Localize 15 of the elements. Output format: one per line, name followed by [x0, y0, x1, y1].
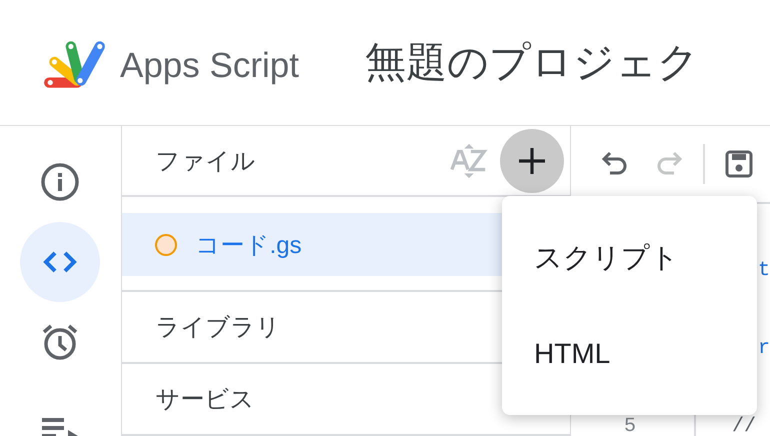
code-text: //	[732, 417, 756, 436]
section-heading[interactable]: サービス	[156, 383, 255, 416]
list-play-icon	[40, 418, 80, 436]
menu-item[interactable]: HTML	[502, 326, 757, 382]
files-heading: ファイル	[156, 146, 257, 177]
save-icon	[724, 149, 754, 179]
code-text: r	[758, 339, 770, 359]
section-heading[interactable]: ライブラリ	[156, 311, 281, 344]
product-name: Apps Script	[120, 46, 299, 86]
plus-icon	[516, 146, 547, 176]
unsaved-circle-icon	[154, 232, 178, 257]
info-icon	[40, 162, 80, 202]
code-text: t	[758, 261, 770, 281]
project-title[interactable]: 無題のプロジェク	[364, 35, 699, 90]
line-number: 5	[624, 417, 636, 436]
